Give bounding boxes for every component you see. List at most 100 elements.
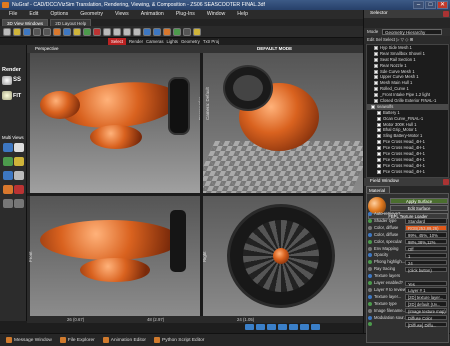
property-row[interactable]: Image filename... (Image texture map) <box>368 308 448 314</box>
checkbox[interactable] <box>374 81 378 86</box>
zoom-view-icon[interactable] <box>14 171 24 180</box>
help-icon[interactable] <box>193 27 201 36</box>
checkbox[interactable] <box>374 75 378 80</box>
property-value[interactable]: (Image texture map) <box>405 308 447 314</box>
step-forward-icon[interactable] <box>289 324 298 330</box>
light-view-icon[interactable] <box>3 185 13 194</box>
checkbox[interactable] <box>377 128 381 133</box>
checkbox[interactable] <box>377 110 381 115</box>
mode-geometry[interactable]: Geometry <box>181 38 200 45</box>
light-icon[interactable] <box>73 27 81 36</box>
mode-txtr-proj[interactable]: Txtr Proj <box>203 38 219 45</box>
checkbox[interactable] <box>374 69 378 74</box>
property-row[interactable]: Shader type Standard <box>368 218 448 224</box>
checkbox[interactable] <box>377 140 381 145</box>
property-value[interactable]: 98%,38%,12% <box>405 239 447 245</box>
tab-material[interactable]: Material <box>366 186 390 193</box>
move-icon[interactable] <box>113 27 121 36</box>
single-view-icon[interactable] <box>14 143 24 152</box>
property-row[interactable]: Color, diffuse 99%, 45%, 10% <box>368 232 448 238</box>
vertical-splitter[interactable] <box>200 53 203 316</box>
menu-help[interactable]: Help <box>231 10 254 19</box>
material-icon[interactable] <box>163 27 171 36</box>
checkbox[interactable] <box>374 57 378 62</box>
property-row[interactable]: Modulation sour... Diffuse Color <box>368 315 448 321</box>
property-row[interactable]: [Diffuse] Diffu... <box>368 321 448 328</box>
property-row[interactable]: Auto-retrieve? <box>368 211 448 217</box>
checkbox[interactable] <box>374 51 378 56</box>
redo-icon[interactable] <box>43 27 51 36</box>
property-row[interactable]: Layer # to review Layer # 1 <box>368 287 448 293</box>
property-value[interactable] <box>405 212 447 217</box>
property-row[interactable]: Ray tracing (click button) <box>368 266 448 273</box>
tab-3d-view-windows[interactable]: 3D View Windows <box>2 19 49 26</box>
new-icon[interactable] <box>3 27 11 36</box>
checkbox[interactable] <box>377 146 381 151</box>
walk-icon[interactable] <box>14 157 24 166</box>
property-value[interactable]: [Diffuse] Diffu... <box>405 321 447 328</box>
menu-file[interactable]: File <box>3 10 23 19</box>
rewind-icon[interactable] <box>245 324 254 330</box>
tab-python-script-editor[interactable]: Python Script Editor <box>154 337 204 343</box>
selector-toolbar[interactable]: Edit Sel Select ▷ ▽ ◇ ⊞ <box>364 36 450 44</box>
property-value[interactable]: 24 <box>405 259 447 266</box>
property-value[interactable]: Diffuse Color <box>405 315 447 321</box>
menu-edit[interactable]: Edit <box>23 10 44 19</box>
tab-file-explorer[interactable]: File Explorer <box>59 337 95 343</box>
step-back-icon[interactable] <box>256 324 265 330</box>
checkbox[interactable] <box>377 169 381 174</box>
tab-2d-layout-help[interactable]: 2D Layout Help <box>50 19 92 26</box>
checkbox[interactable] <box>374 87 378 92</box>
mode-cameras[interactable]: Cameras <box>146 38 163 45</box>
fit-label[interactable]: FIT <box>13 93 21 99</box>
menu-plugins[interactable]: Plug-Ins <box>170 10 201 19</box>
mode-dropdown[interactable]: Geometry Hierarchy <box>382 29 442 35</box>
checkbox[interactable] <box>377 116 381 121</box>
property-row[interactable]: Color, specular 98%,38%,12% <box>368 239 448 245</box>
geometry-tree[interactable]: Hyp Side Mesh 1 Rear Smallbox Shovel 1 Sea… <box>366 44 449 178</box>
property-value[interactable]: RGB(253,89,26) <box>405 225 447 231</box>
maximize-button[interactable]: □ <box>425 1 436 9</box>
property-row[interactable]: Phong highligh... 24 <box>368 259 448 266</box>
mode-select[interactable]: Select <box>108 38 126 45</box>
render-sphere-icon[interactable] <box>2 76 12 85</box>
apply-surface-button[interactable]: Apply Surface <box>390 198 448 204</box>
multiview-icon[interactable] <box>3 143 13 152</box>
property-value[interactable]: Layer # 1 <box>405 287 447 293</box>
grid-icon[interactable] <box>173 27 181 36</box>
selector-close-icon[interactable] <box>443 11 449 17</box>
checkbox[interactable] <box>377 134 381 139</box>
multi-views-label[interactable]: Multi Views <box>2 135 24 140</box>
texture-icon[interactable] <box>93 27 101 36</box>
pan-view-icon[interactable] <box>3 171 13 180</box>
viewport-right[interactable] <box>203 196 363 316</box>
menu-options[interactable]: Options <box>44 10 74 19</box>
scale-icon[interactable] <box>133 27 141 36</box>
property-value[interactable]: 1 <box>405 252 447 259</box>
checkbox[interactable] <box>374 45 378 50</box>
menu-animation[interactable]: Animation <box>135 10 170 19</box>
checkbox[interactable] <box>371 104 375 109</box>
grid-view-icon[interactable] <box>3 199 13 208</box>
checkbox[interactable] <box>374 93 378 98</box>
tab-message-window[interactable]: Message Window <box>6 337 52 343</box>
mode-lights[interactable]: Lights <box>166 38 177 45</box>
orbit-icon[interactable] <box>3 157 13 166</box>
property-row[interactable]: Env Mapping Off <box>368 246 448 252</box>
tab-animation-editor[interactable]: Animation Editor <box>102 337 146 343</box>
checkbox[interactable] <box>374 63 378 68</box>
property-value[interactable]: Standard <box>405 218 447 224</box>
viewport-front[interactable] <box>30 196 200 316</box>
property-value[interactable]: (click button) <box>405 266 447 273</box>
property-row[interactable]: Color, diffuse RGB(253,89,26) <box>368 225 448 231</box>
property-value[interactable]: 99%, 45%, 10% <box>405 232 447 238</box>
render-label[interactable]: Render <box>2 67 21 73</box>
horizontal-splitter[interactable] <box>27 193 363 196</box>
open-icon[interactable] <box>13 27 21 36</box>
play-icon[interactable] <box>267 324 276 330</box>
pan-icon[interactable] <box>143 27 151 36</box>
viewport-camera[interactable] <box>203 53 363 193</box>
property-row[interactable]: Texture layer... [2D] texture layer... <box>368 294 448 300</box>
menu-geometry[interactable]: Geometry <box>74 10 109 19</box>
checkbox[interactable] <box>377 151 381 156</box>
